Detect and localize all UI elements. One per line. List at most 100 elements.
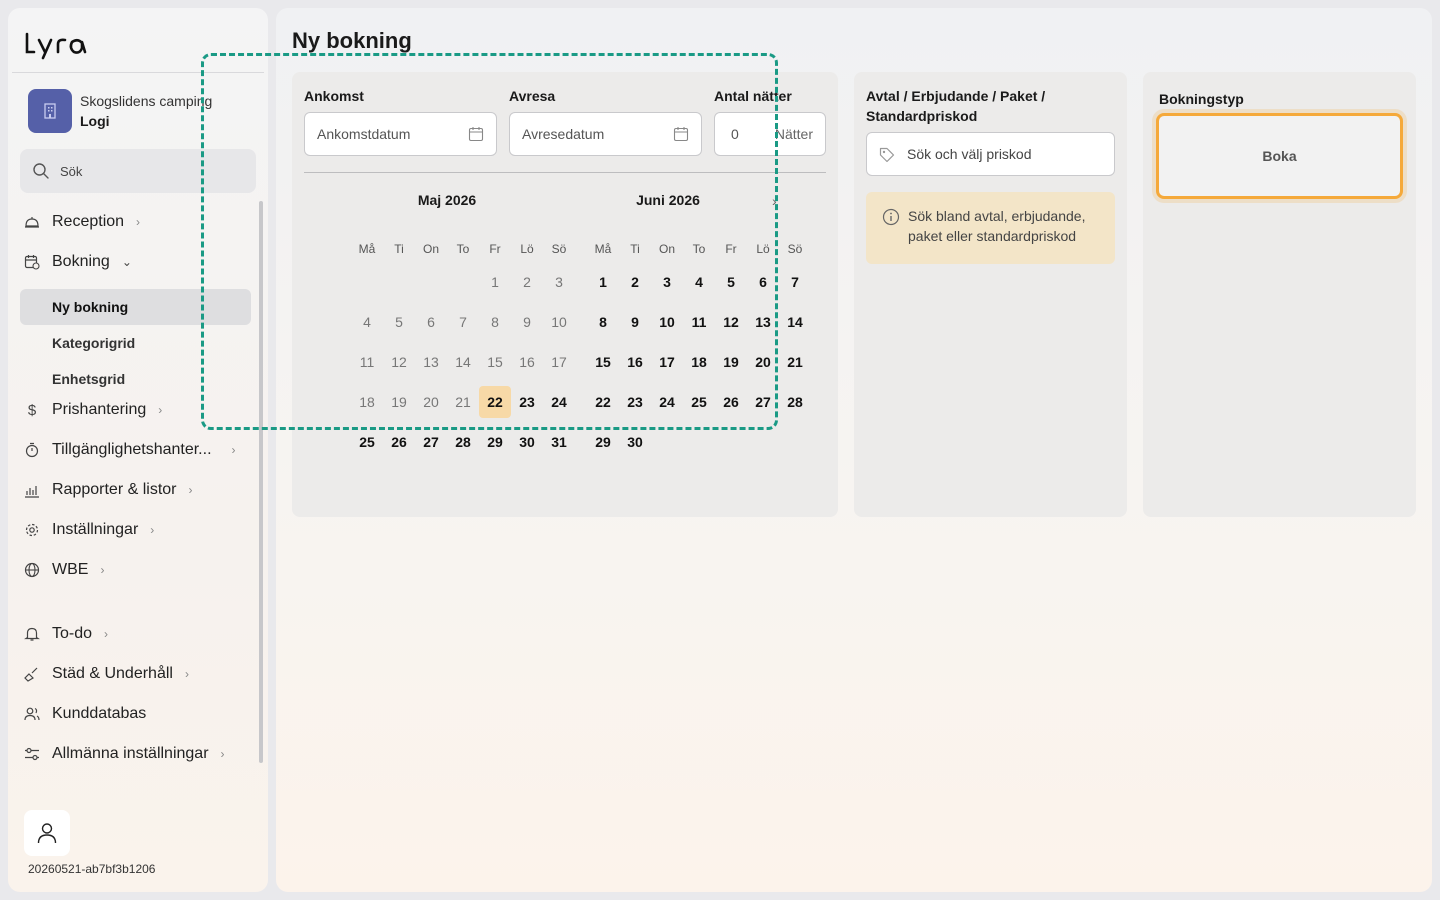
calendar-day[interactable]: 17 [651, 346, 683, 378]
calendar-day[interactable]: 25 [683, 386, 715, 418]
nav-label: Prishantering [52, 401, 147, 418]
nav-label: Allmänna inställningar [52, 745, 209, 762]
nav-stad[interactable]: Städ & Underhåll › [24, 662, 189, 686]
calendar-day[interactable]: 6 [747, 266, 779, 298]
calendar-day: 18 [359, 394, 375, 410]
calendar-day[interactable]: 30 [619, 426, 651, 458]
lyra-logo[interactable] [24, 26, 104, 60]
calendar-icon[interactable] [673, 126, 689, 142]
weekday-header: Ti [394, 242, 404, 256]
page-title: Ny bokning [292, 28, 412, 53]
chevron-right-icon: › [184, 667, 189, 681]
calendar-day[interactable]: 9 [619, 306, 651, 338]
calendar-day[interactable]: 15 [587, 346, 619, 378]
calendar-day[interactable]: 28 [779, 386, 811, 418]
calendar-day[interactable]: 10 [651, 306, 683, 338]
calendar-day[interactable]: 26 [715, 386, 747, 418]
calendar-day: 21 [455, 394, 471, 410]
calendar-day[interactable]: 11 [683, 306, 715, 338]
calendar-day[interactable]: 14 [779, 306, 811, 338]
calendar-day[interactable]: 27 [747, 386, 779, 418]
promo-label: Avtal / Erbjudande / Paket / Standardpri… [866, 88, 1046, 124]
weekday-header: Må [594, 242, 612, 256]
promo-code-input[interactable]: Sök och välj priskod [866, 132, 1115, 176]
nav-reception[interactable]: Reception › [24, 210, 140, 234]
calendar-day[interactable]: 28 [447, 426, 479, 458]
calendar-icon[interactable] [468, 126, 484, 142]
sidebar-search[interactable]: Sök [20, 149, 256, 193]
subnav-label: Enhetsgrid [52, 371, 126, 387]
subnav-enhetsgrid[interactable]: Enhetsgrid [20, 361, 251, 397]
chevron-right-icon: › [150, 523, 155, 537]
chevron-right-icon[interactable]: › [772, 193, 777, 209]
search-icon [33, 163, 49, 179]
user-menu-button[interactable] [24, 810, 70, 856]
org-selector[interactable]: Skogslidens camping Logi [28, 89, 212, 133]
broom-icon [24, 666, 40, 682]
nav-wbe[interactable]: WBE › [24, 558, 104, 582]
calendar-day[interactable]: 30 [511, 426, 543, 458]
sidebar-scrollbar[interactable] [259, 201, 263, 763]
month-title: Juni 2026 [636, 192, 700, 208]
chevron-right-icon: › [104, 627, 109, 641]
departure-label: Avresa [509, 88, 556, 104]
calendar-day[interactable]: 21 [779, 346, 811, 378]
calendar-day[interactable]: 18 [683, 346, 715, 378]
calendar-day[interactable]: 16 [619, 346, 651, 378]
arrival-input[interactable]: Ankomstdatum [304, 112, 497, 156]
chevron-right-icon: › [158, 403, 163, 417]
calendar-day[interactable]: 4 [683, 266, 715, 298]
calendar-day[interactable]: 22 [587, 386, 619, 418]
nav-prishantering[interactable]: $ Prishantering › [24, 398, 162, 422]
calendar-day[interactable]: 3 [651, 266, 683, 298]
sliders-icon [24, 746, 40, 762]
calendar-day[interactable]: 29 [479, 426, 511, 458]
calendar-day[interactable]: 27 [415, 426, 447, 458]
calendar-day: 5 [395, 314, 403, 330]
nav-kunddatabas[interactable]: Kunddatabas [24, 702, 146, 726]
calendar-day[interactable]: 24 [651, 386, 683, 418]
weekday-header: On [422, 242, 439, 256]
calendar-day: 1 [491, 274, 499, 290]
nav-bokning[interactable]: Bokning ⌄ [24, 250, 132, 274]
calendar-day[interactable]: 22 [479, 386, 511, 418]
departure-input[interactable]: Avresedatum [509, 112, 702, 156]
calendar-day[interactable]: 23 [511, 386, 543, 418]
calendar-day[interactable]: 20 [747, 346, 779, 378]
nav-allmanna[interactable]: Allmänna inställningar › [24, 742, 225, 766]
calendar-day[interactable]: 2 [619, 266, 651, 298]
calendar-day[interactable]: 25 [351, 426, 383, 458]
org-name: Skogslidens camping [80, 93, 213, 109]
nav-installningar[interactable]: Inställningar › [24, 518, 154, 542]
calendar-day[interactable]: 29 [587, 426, 619, 458]
nav-label: To-do [52, 625, 93, 642]
nav-rapporter[interactable]: Rapporter & listor › [24, 478, 193, 502]
boka-button[interactable]: Boka [1156, 113, 1403, 199]
weekday-header: Sö [551, 242, 567, 256]
nav-tillganglighet[interactable]: Tillgänglighetshanter... › [24, 438, 236, 462]
subnav-ny-bokning[interactable]: Ny bokning [20, 289, 251, 325]
calendar-day[interactable]: 8 [587, 306, 619, 338]
globe-icon [24, 562, 40, 578]
calendar-day[interactable]: 19 [715, 346, 747, 378]
subnav-kategorigrid[interactable]: Kategorigrid [20, 325, 251, 361]
calendar-day[interactable]: 24 [543, 386, 575, 418]
promo-card: Avtal / Erbjudande / Paket / Standardpri… [854, 72, 1127, 517]
calendar-day[interactable]: 13 [747, 306, 779, 338]
calendar-day: 8 [491, 314, 499, 330]
sidebar-divider [12, 72, 264, 73]
month-title: Maj 2026 [417, 192, 477, 208]
nav-todo[interactable]: To-do › [24, 622, 108, 646]
nights-input[interactable]: 0 Nätter [714, 112, 826, 156]
nav-label: Tillgänglighetshanter... [52, 441, 212, 458]
calendar-day[interactable]: 23 [619, 386, 651, 418]
calendar-day[interactable]: 26 [383, 426, 415, 458]
calendar-day[interactable]: 1 [587, 266, 619, 298]
calendar-day[interactable]: 7 [779, 266, 811, 298]
calendar-day[interactable]: 31 [543, 426, 575, 458]
arrival-label: Ankomst [304, 88, 364, 104]
calendar-day[interactable]: 5 [715, 266, 747, 298]
date-card: Ankomst Ankomstdatum Avresa Avresedatum … [292, 72, 838, 517]
dollar-icon: $ [27, 401, 37, 419]
calendar-day[interactable]: 12 [715, 306, 747, 338]
